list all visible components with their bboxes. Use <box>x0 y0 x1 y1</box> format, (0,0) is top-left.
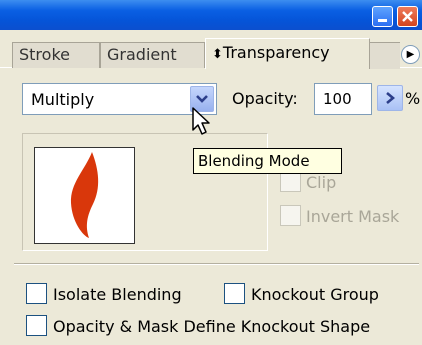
knockout-group-label: Knockout Group <box>251 285 379 304</box>
opacity-mask-knockout-label: Opacity & Mask Define Knockout Shape <box>53 317 371 336</box>
close-button[interactable] <box>397 6 418 27</box>
chevron-down-icon <box>196 95 208 103</box>
tab-gradient[interactable]: Gradient <box>100 42 205 68</box>
close-icon <box>402 11 413 22</box>
invert-mask-checkbox[interactable] <box>280 205 301 226</box>
tab-overflow <box>370 42 400 69</box>
opacity-stepper-button[interactable] <box>377 85 403 111</box>
knockout-group-checkbox[interactable] <box>224 283 245 304</box>
blend-mode-value: Multiply <box>31 90 95 109</box>
tab-transparency[interactable]: ⬍Transparency <box>205 38 370 69</box>
blend-mode-select[interactable]: Multiply <box>22 83 217 115</box>
opacity-unit: % <box>405 89 421 108</box>
tab-stroke-label: Stroke <box>19 45 70 64</box>
opacity-mask-knockout-checkbox[interactable] <box>26 315 47 336</box>
opacity-input[interactable]: 100 <box>314 83 372 115</box>
minimize-button[interactable] <box>372 6 393 27</box>
tab-stroke[interactable]: Stroke <box>12 42 100 68</box>
minimize-icon <box>378 19 387 22</box>
isolate-blending-label: Isolate Blending <box>53 285 182 304</box>
mask-thumbnail[interactable] <box>34 147 135 244</box>
isolate-blending-checkbox[interactable] <box>26 283 47 304</box>
mouse-cursor-icon <box>192 107 210 135</box>
tab-gradient-label: Gradient <box>107 45 177 64</box>
updown-arrows-icon: ⬍ <box>212 47 223 62</box>
chevron-right-icon <box>386 92 395 104</box>
invert-mask-label: Invert Mask <box>306 207 400 226</box>
blending-mode-tooltip: Blending Mode <box>193 148 342 174</box>
clip-checkbox[interactable] <box>280 171 301 192</box>
window-titlebar[interactable] <box>0 0 422 30</box>
flame-shape-icon <box>70 152 99 238</box>
play-arrow-icon: ▶ <box>406 49 415 60</box>
opacity-label: Opacity: <box>232 89 298 108</box>
panel-menu-button[interactable]: ▶ <box>401 45 420 64</box>
clip-label: Clip <box>306 173 337 192</box>
divider-highlight <box>14 264 419 265</box>
tab-transparency-label: Transparency <box>222 43 330 62</box>
